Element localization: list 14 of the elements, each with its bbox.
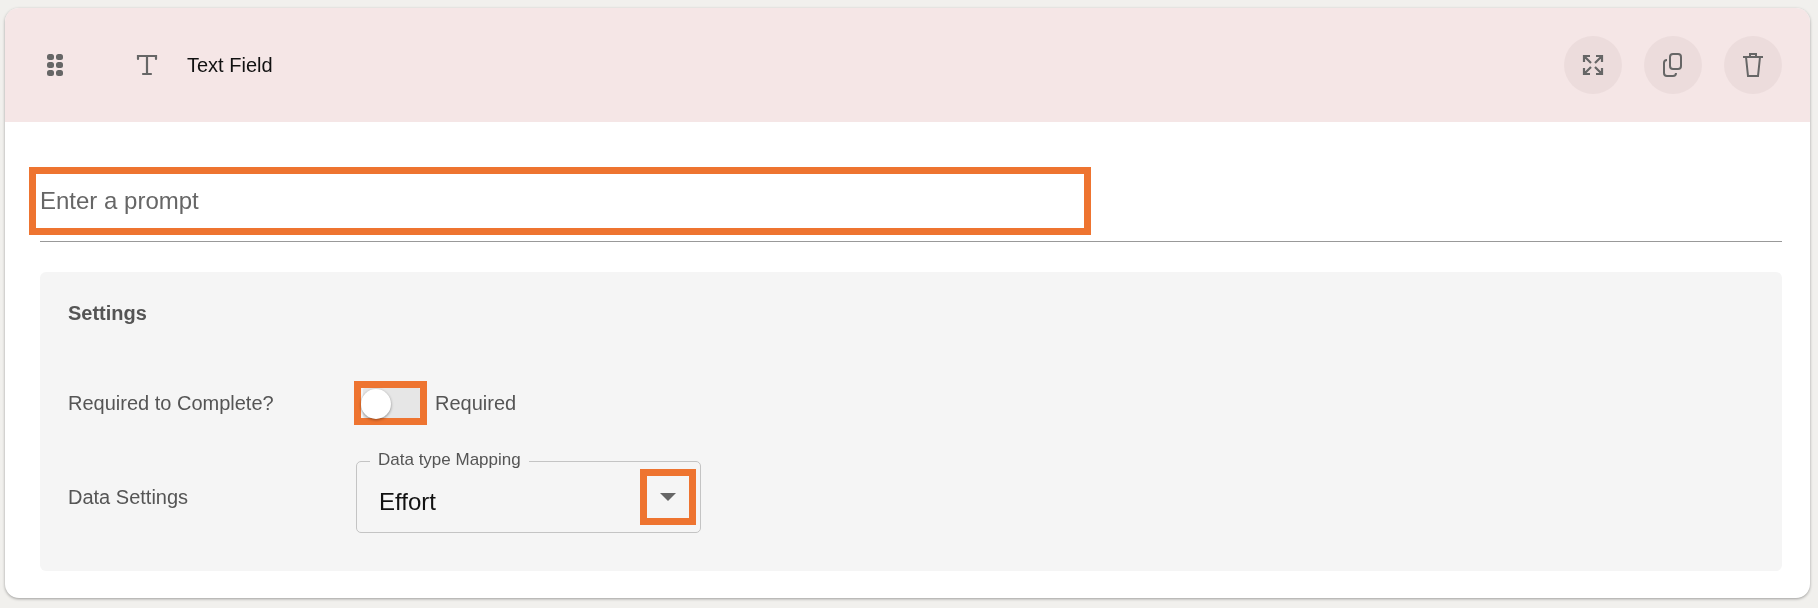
expand-icon xyxy=(1581,53,1605,77)
field-title: Text Field xyxy=(187,53,273,77)
toggle-label: Required xyxy=(435,391,517,415)
settings-title: Settings xyxy=(68,302,148,325)
drag-handle-icon[interactable] xyxy=(47,54,63,76)
trash-icon xyxy=(1742,52,1764,78)
text-icon xyxy=(135,53,159,77)
data-settings-label: Data Settings xyxy=(68,485,190,509)
copy-icon xyxy=(1661,52,1685,78)
required-label: Required to Complete? xyxy=(68,391,275,415)
required-toggle[interactable] xyxy=(354,381,427,425)
caret-icon[interactable] xyxy=(640,469,696,525)
data-type-dropdown[interactable]: Data type Mapping Effort xyxy=(356,449,701,533)
prompt-field[interactable]: Enter a prompt xyxy=(29,167,1091,235)
